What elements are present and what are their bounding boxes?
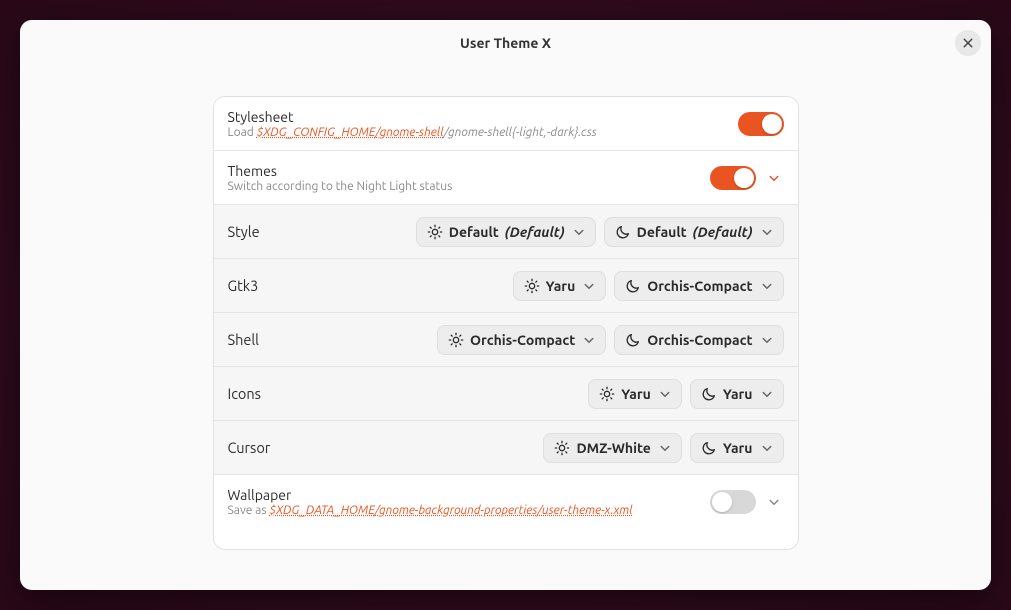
gtk3-light-value: Yaru bbox=[546, 278, 576, 294]
moon-icon bbox=[701, 440, 717, 456]
style-row: Style Default (Default) Default (Default… bbox=[214, 205, 798, 259]
wallpaper-toggle[interactable] bbox=[710, 490, 756, 514]
moon-icon bbox=[701, 386, 717, 402]
window-title: User Theme X bbox=[460, 35, 551, 51]
sun-icon bbox=[554, 440, 570, 456]
chevron-down-icon bbox=[583, 280, 595, 292]
gtk3-light-dropdown[interactable]: Yaru bbox=[513, 271, 607, 301]
chevron-down-icon bbox=[583, 334, 595, 346]
cursor-light-value: DMZ-White bbox=[576, 440, 650, 456]
sun-icon bbox=[599, 386, 615, 402]
moon-icon bbox=[615, 224, 631, 240]
gtk3-dark-dropdown[interactable]: Orchis-Compact bbox=[614, 271, 783, 301]
wallpaper-desc: Save as $XDG_DATA_HOME/gnome-background-… bbox=[228, 504, 710, 517]
chevron-down-icon bbox=[768, 496, 780, 508]
style-light-dropdown[interactable]: Default (Default) bbox=[416, 217, 596, 247]
themes-title: Themes bbox=[228, 163, 710, 179]
icons-dark-dropdown[interactable]: Yaru bbox=[690, 379, 784, 409]
toggle-knob bbox=[762, 114, 782, 134]
stylesheet-title: Stylesheet bbox=[228, 109, 738, 125]
icons-row: Icons Yaru Yaru bbox=[214, 367, 798, 421]
themes-row: Themes Switch according to the Night Lig… bbox=[214, 151, 798, 205]
chevron-down-icon bbox=[659, 442, 671, 454]
themes-toggle[interactable] bbox=[710, 166, 756, 190]
cursor-label: Cursor bbox=[228, 439, 544, 456]
shell-light-dropdown[interactable]: Orchis-Compact bbox=[437, 325, 606, 355]
chevron-down-icon bbox=[761, 334, 773, 346]
toggle-knob bbox=[712, 492, 732, 512]
themes-desc: Switch according to the Night Light stat… bbox=[228, 180, 710, 193]
stylesheet-row: Stylesheet Load $XDG_CONFIG_HOME/gnome-s… bbox=[214, 97, 798, 151]
settings-window: User Theme X Stylesheet Load $XDG_CONFIG… bbox=[20, 20, 991, 590]
style-dark-suffix: (Default) bbox=[693, 224, 753, 240]
sun-icon bbox=[427, 224, 443, 240]
icons-label: Icons bbox=[228, 385, 589, 402]
shell-label: Shell bbox=[228, 331, 438, 348]
gtk3-row: Gtk3 Yaru Orchis-Compact bbox=[214, 259, 798, 313]
style-light-suffix: (Default) bbox=[505, 224, 565, 240]
shell-row: Shell Orchis-Compact Orchis-Compact bbox=[214, 313, 798, 367]
sun-icon bbox=[524, 278, 540, 294]
moon-icon bbox=[625, 332, 641, 348]
chevron-down-icon bbox=[573, 226, 585, 238]
icons-light-value: Yaru bbox=[621, 386, 651, 402]
chevron-down-icon bbox=[761, 226, 773, 238]
stylesheet-toggle[interactable] bbox=[738, 112, 784, 136]
close-button[interactable] bbox=[955, 30, 981, 56]
gtk3-label: Gtk3 bbox=[228, 277, 513, 294]
wallpaper-desc-prefix: Save as bbox=[228, 504, 270, 517]
stylesheet-desc: Load $XDG_CONFIG_HOME/gnome-shell/gnome-… bbox=[228, 126, 738, 139]
style-label: Style bbox=[228, 223, 416, 240]
settings-panel: Stylesheet Load $XDG_CONFIG_HOME/gnome-s… bbox=[213, 96, 799, 550]
gtk3-dark-value: Orchis-Compact bbox=[647, 278, 752, 294]
style-light-value: Default bbox=[449, 224, 499, 240]
shell-light-value: Orchis-Compact bbox=[470, 332, 575, 348]
wallpaper-title: Wallpaper bbox=[228, 487, 710, 503]
content-area: Stylesheet Load $XDG_CONFIG_HOME/gnome-s… bbox=[20, 66, 991, 590]
style-dark-value: Default bbox=[637, 224, 687, 240]
moon-icon bbox=[625, 278, 641, 294]
stylesheet-path-link[interactable]: $XDG_CONFIG_HOME/gnome-shell bbox=[257, 126, 444, 139]
sun-icon bbox=[448, 332, 464, 348]
wallpaper-path-link[interactable]: $XDG_DATA_HOME/gnome-background-properti… bbox=[269, 504, 632, 517]
icons-light-dropdown[interactable]: Yaru bbox=[588, 379, 682, 409]
themes-expand-button[interactable] bbox=[764, 168, 784, 188]
shell-dark-dropdown[interactable]: Orchis-Compact bbox=[614, 325, 783, 355]
chevron-down-icon bbox=[761, 388, 773, 400]
toggle-knob bbox=[734, 168, 754, 188]
cursor-row: Cursor DMZ-White Yaru bbox=[214, 421, 798, 475]
wallpaper-expand-button[interactable] bbox=[764, 492, 784, 512]
cursor-light-dropdown[interactable]: DMZ-White bbox=[543, 433, 681, 463]
cursor-dark-value: Yaru bbox=[723, 440, 753, 456]
wallpaper-row: Wallpaper Save as $XDG_DATA_HOME/gnome-b… bbox=[214, 475, 798, 529]
cursor-dark-dropdown[interactable]: Yaru bbox=[690, 433, 784, 463]
close-icon bbox=[962, 37, 974, 49]
chevron-down-icon bbox=[659, 388, 671, 400]
style-dark-dropdown[interactable]: Default (Default) bbox=[604, 217, 784, 247]
chevron-down-icon bbox=[761, 280, 773, 292]
chevron-down-icon bbox=[761, 442, 773, 454]
shell-dark-value: Orchis-Compact bbox=[647, 332, 752, 348]
titlebar: User Theme X bbox=[20, 20, 991, 66]
chevron-down-icon bbox=[768, 172, 780, 184]
stylesheet-desc-prefix: Load bbox=[228, 126, 257, 139]
icons-dark-value: Yaru bbox=[723, 386, 753, 402]
stylesheet-desc-suffix: /gnome-shell{-light,-dark}.css bbox=[444, 126, 597, 139]
